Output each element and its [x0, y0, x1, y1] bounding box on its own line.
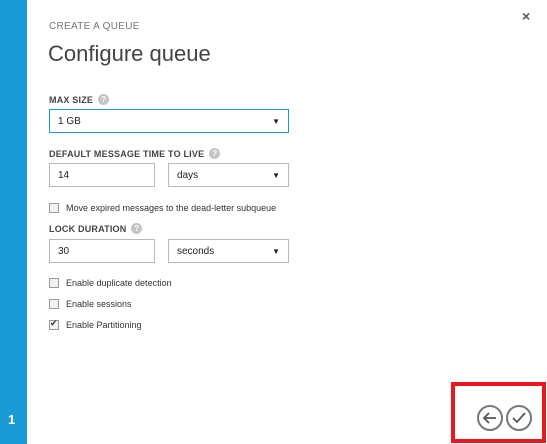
ttl-value: 14 — [58, 169, 70, 181]
max-size-select[interactable]: 1 GB ▼ — [49, 109, 289, 133]
ttl-unit-value: days — [177, 169, 199, 181]
sessions-option[interactable]: Enable sessions — [49, 299, 132, 309]
sessions-checkbox[interactable] — [49, 299, 59, 309]
dead-letter-label: Move expired messages to the dead-letter… — [66, 203, 277, 213]
chevron-down-icon: ▼ — [272, 246, 280, 256]
back-button[interactable] — [477, 405, 503, 431]
ttl-label: DEFAULT MESSAGE TIME TO LIVE ? — [49, 148, 221, 159]
partitioning-checkbox[interactable] — [49, 318, 59, 330]
help-icon[interactable]: ? — [98, 94, 110, 105]
max-size-value: 1 GB — [58, 115, 81, 127]
ttl-label-text: DEFAULT MESSAGE TIME TO LIVE — [49, 148, 205, 159]
chevron-down-icon: ▼ — [272, 170, 280, 180]
lock-unit-select[interactable]: seconds ▼ — [168, 239, 289, 263]
ok-button[interactable] — [506, 405, 532, 431]
lock-duration-value: 30 — [58, 245, 70, 257]
chevron-down-icon: ▼ — [272, 116, 280, 126]
step-number: 1 — [8, 412, 16, 427]
duplicate-detection-label: Enable duplicate detection — [66, 278, 172, 288]
dialog-subtitle: CREATE A QUEUE — [49, 21, 140, 32]
back-arrow-icon — [483, 412, 496, 424]
left-step-rail: 1 — [0, 0, 27, 444]
dead-letter-checkbox[interactable] — [49, 203, 59, 213]
max-size-label-text: MAX SIZE — [49, 94, 94, 105]
help-icon[interactable]: ? — [131, 223, 143, 234]
ttl-unit-select[interactable]: days ▼ — [168, 163, 289, 187]
lock-duration-input[interactable]: 30 — [49, 239, 155, 263]
partitioning-label: Enable Partitioning — [66, 320, 142, 330]
lock-duration-label-text: LOCK DURATION — [49, 223, 127, 234]
lock-duration-label: LOCK DURATION ? — [49, 223, 143, 234]
close-button[interactable]: × — [522, 9, 530, 23]
checkmark-icon — [512, 412, 526, 424]
lock-unit-value: seconds — [177, 245, 215, 257]
dialog-title: Configure queue — [48, 41, 211, 66]
sessions-label: Enable sessions — [66, 299, 132, 309]
duplicate-detection-option[interactable]: Enable duplicate detection — [49, 278, 172, 288]
duplicate-detection-checkbox[interactable] — [49, 278, 59, 288]
max-size-label: MAX SIZE ? — [49, 94, 110, 105]
partitioning-option[interactable]: Enable Partitioning — [49, 318, 142, 330]
help-icon[interactable]: ? — [209, 148, 221, 159]
dead-letter-option[interactable]: Move expired messages to the dead-letter… — [49, 203, 276, 213]
ttl-input[interactable]: 14 — [49, 163, 155, 187]
